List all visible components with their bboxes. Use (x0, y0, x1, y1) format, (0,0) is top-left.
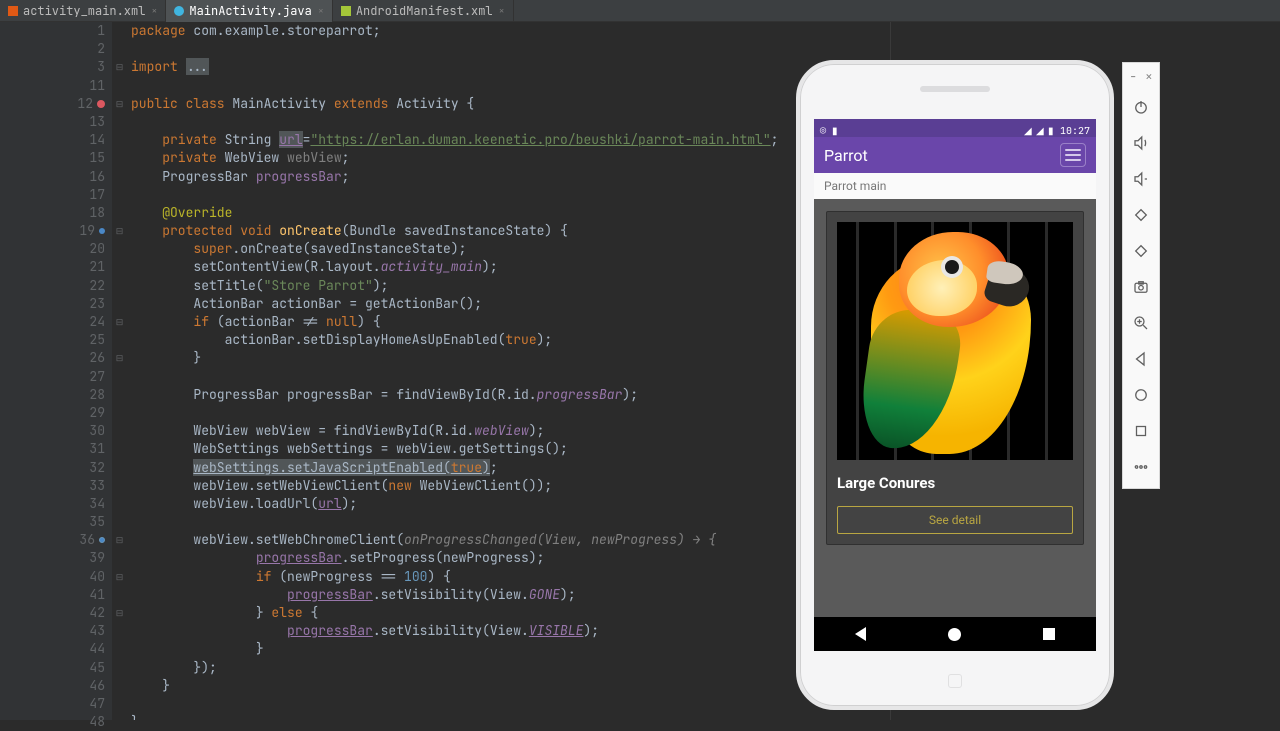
product-title: Large Conures (837, 474, 1073, 492)
emulator-toolbar: − × (1122, 62, 1160, 489)
camera-button[interactable] (1122, 269, 1160, 305)
fold-toggle-icon[interactable]: ⊟ (112, 531, 127, 549)
overview-icon[interactable] (1043, 628, 1055, 640)
signal-icon: ◢ (1036, 124, 1045, 133)
product-card: Large Conures See detail (826, 211, 1084, 545)
debug-icon: ◎ (820, 124, 829, 133)
close-icon[interactable]: × (151, 4, 157, 17)
close-icon[interactable]: × (318, 4, 324, 17)
fold-toggle-icon[interactable]: ⊟ (112, 313, 127, 331)
overview-button[interactable] (1122, 413, 1160, 449)
back-icon[interactable] (855, 627, 866, 641)
xml-icon (8, 6, 18, 16)
tab-main-activity-java[interactable]: MainActivity.java × (166, 0, 332, 22)
tab-activity-main-xml[interactable]: activity_main.xml × (0, 0, 166, 22)
java-icon (174, 6, 184, 16)
app-toolbar: Parrot (814, 137, 1096, 173)
run-line-marker-icon[interactable] (97, 100, 105, 108)
fold-toggle-icon[interactable]: ⊟ (112, 568, 127, 586)
volume-up-button[interactable] (1122, 125, 1160, 161)
fold-toggle-icon[interactable]: ⊟ (112, 604, 127, 622)
webview-content[interactable]: Large Conures See detail (814, 199, 1096, 617)
phone-speaker (920, 86, 990, 92)
fold-gutter[interactable]: ⊟ ⊟ ⊟ ⊟ ⊟ ⊟ ⊟ ⊟ (111, 22, 127, 720)
app-title: Parrot (824, 146, 868, 165)
power-button[interactable] (1122, 89, 1160, 125)
product-image (837, 222, 1073, 460)
gutter-line: 1 (6, 22, 105, 40)
fold-toggle-icon[interactable]: ⊟ (112, 222, 127, 240)
android-emulator[interactable]: ◎ ▮ ◢ ◢ ▮ 10:27 Parrot Parrot main (796, 60, 1114, 710)
zoom-button[interactable] (1122, 305, 1160, 341)
phone-home-button (948, 674, 962, 688)
override-icon[interactable] (99, 537, 105, 543)
back-button[interactable] (1122, 341, 1160, 377)
battery-icon: ▮ (1048, 124, 1057, 133)
device-screen[interactable]: ◎ ▮ ◢ ◢ ▮ 10:27 Parrot Parrot main (814, 119, 1096, 651)
page-subtitle: Parrot main (814, 173, 1096, 199)
override-icon[interactable] (99, 228, 105, 234)
wifi-icon: ◢ (1024, 124, 1033, 133)
android-navbar (814, 617, 1096, 651)
android-statusbar: ◎ ▮ ◢ ◢ ▮ 10:27 (814, 119, 1096, 137)
minimize-icon[interactable]: − (1129, 68, 1137, 85)
tab-label: activity_main.xml (23, 3, 145, 19)
line-number-gutter: 1 2 3 11 12 13 14 15 16 17 18 19 20 21 2… (0, 22, 111, 720)
tab-android-manifest-xml[interactable]: AndroidManifest.xml × (333, 0, 514, 22)
close-icon[interactable]: × (1145, 68, 1153, 85)
clock-text: 10:27 (1060, 124, 1090, 133)
manifest-icon (341, 6, 351, 16)
rotate-left-button[interactable] (1122, 197, 1160, 233)
close-icon[interactable]: × (499, 4, 505, 17)
rotate-right-button[interactable] (1122, 233, 1160, 269)
menu-icon[interactable] (1060, 143, 1086, 167)
tab-label: AndroidManifest.xml (356, 3, 493, 19)
home-icon[interactable] (948, 628, 961, 641)
editor-tab-bar: activity_main.xml × MainActivity.java × … (0, 0, 1280, 22)
sim-icon: ▮ (832, 124, 841, 133)
fold-toggle-icon[interactable]: ⊟ (112, 58, 127, 76)
fold-toggle-icon[interactable]: ⊟ (112, 95, 127, 113)
home-button[interactable] (1122, 377, 1160, 413)
fold-toggle-icon[interactable]: ⊟ (112, 349, 127, 367)
more-button[interactable] (1122, 449, 1160, 485)
volume-down-button[interactable] (1122, 161, 1160, 197)
see-detail-button[interactable]: See detail (837, 506, 1073, 534)
tab-label: MainActivity.java (189, 3, 311, 19)
